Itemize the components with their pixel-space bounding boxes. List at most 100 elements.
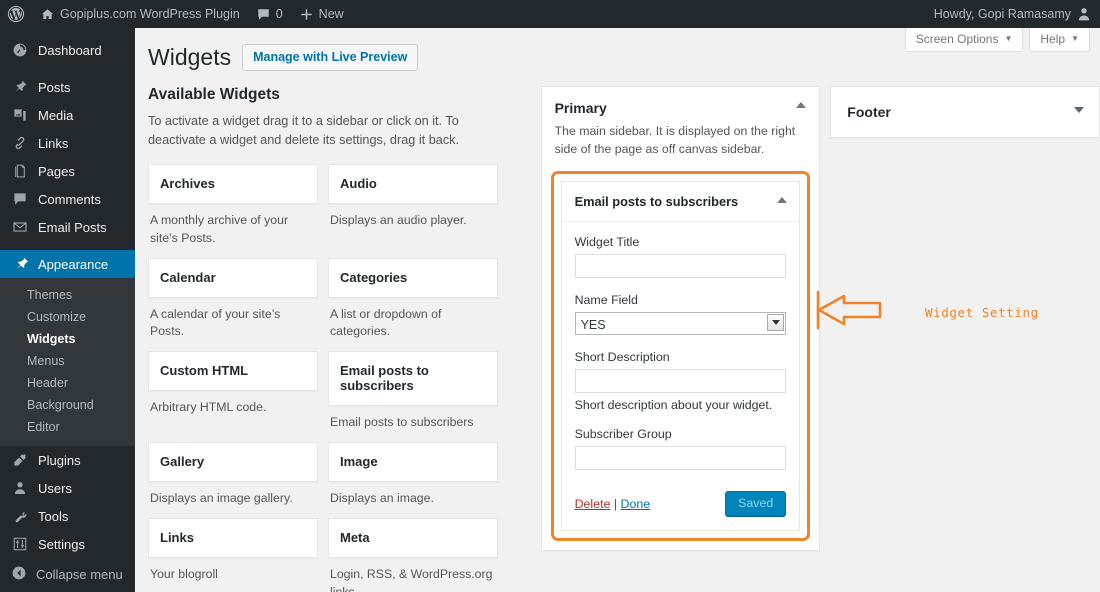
available-widgets-heading: Available Widgets — [148, 85, 280, 103]
widget-card[interactable]: Calendar — [148, 257, 318, 298]
widget-description: A calendar of your site’s Posts. — [150, 306, 281, 339]
email-posts-widget-form: Widget Title Name Field YES Short Descri… — [562, 222, 800, 482]
left-arrow-annotation-icon — [816, 288, 916, 337]
chevron-down-icon — [771, 320, 780, 326]
field-spacer — [575, 335, 787, 350]
site-name-menu[interactable]: Gopiplus.com WordPress Plugin — [32, 0, 248, 28]
widget-description: Displays an audio player. — [330, 212, 467, 227]
email-posts-widget-footer: Delete | Done Saved — [562, 482, 800, 530]
short-description-help: Short description about your widget. — [574, 398, 773, 413]
submenu-item-widgets[interactable]: Widgets — [0, 328, 135, 350]
widget-card[interactable]: Email posts to subscribers — [328, 351, 498, 407]
widget-card[interactable]: Meta — [328, 517, 498, 558]
wordpress-widgets-screen: Gopiplus.com WordPress Plugin 0 New Howd… — [0, 0, 1100, 592]
footer-sidebar-panel[interactable]: Footer — [830, 85, 1100, 138]
primary-sidebar-header[interactable]: Primary — [542, 87, 820, 116]
sidebar-item-plugins[interactable]: Plugins — [0, 446, 135, 474]
comments-bubble-button[interactable]: 0 — [248, 0, 291, 28]
sidebar-item-tools[interactable]: Tools — [0, 502, 135, 530]
sidebar-item-appearance[interactable]: Appearance — [0, 250, 143, 278]
email-posts-widget: Email posts to subscribers Widget Title — [560, 181, 801, 532]
widget-card[interactable]: Links — [148, 517, 318, 558]
widget-action-links: Delete | Done — [575, 497, 651, 511]
wordpress-logo-button[interactable] — [0, 0, 32, 28]
chevron-up-icon[interactable] — [777, 195, 788, 209]
sidebar-item-pages[interactable]: Pages — [0, 157, 135, 185]
subscriber-group-input[interactable] — [574, 446, 787, 471]
sidebar-item-posts[interactable]: Posts — [0, 73, 135, 101]
submenu-item-themes[interactable]: Themes — [0, 284, 135, 306]
footer-sidebar-column: Footer — [830, 85, 1100, 592]
primary-sidebar-description: The main sidebar. It is displayed on the… — [554, 123, 796, 157]
chevron-down-icon[interactable] — [1074, 105, 1084, 119]
sidebar-item-label: Settings — [38, 536, 85, 552]
primary-sidebar-column: Primary The main sidebar. It is displaye… — [540, 85, 821, 592]
chevron-up-icon[interactable] — [796, 100, 807, 114]
widget-title-input[interactable] — [574, 254, 787, 279]
widget-description: Displays an image gallery. — [150, 491, 293, 506]
submenu-item-header[interactable]: Header — [0, 372, 135, 394]
menu-top-spacer — [0, 28, 135, 36]
submenu-item-background[interactable]: Background — [0, 394, 135, 416]
envelope-icon — [11, 218, 29, 236]
short-description-input[interactable] — [574, 369, 787, 394]
available-widget: Email posts to subscribers Email posts t… — [328, 351, 508, 432]
email-posts-widget-header[interactable]: Email posts to subscribers — [561, 182, 800, 223]
available-widget: Categories A list or dropdown of categor… — [328, 257, 508, 342]
sidebar-item-settings[interactable]: Settings — [0, 530, 135, 558]
widget-description: Your blogroll — [150, 566, 218, 581]
sidebar-item-comments[interactable]: Comments — [0, 185, 135, 213]
menu-separator — [0, 241, 135, 250]
page-title: Widgets — [148, 44, 232, 70]
collapse-menu-button[interactable]: Collapse menu — [0, 560, 135, 588]
sidebar-item-media[interactable]: Media — [0, 101, 135, 129]
widget-card[interactable]: Audio — [328, 163, 498, 204]
submenu-item-editor[interactable]: Editor — [0, 416, 135, 438]
save-button[interactable]: Saved — [725, 491, 787, 517]
admin-sidebar-menu: Dashboard Posts Media Links Pages Commen… — [0, 28, 143, 592]
done-link[interactable]: Done — [621, 497, 651, 511]
available-widget: Audio Displays an audio player. — [328, 163, 508, 248]
available-widgets-grid: Archives A monthly archive of your site’… — [148, 163, 508, 592]
name-field-selected-value: YES — [574, 312, 787, 336]
available-widget: Custom HTML Arbitrary HTML code. — [148, 351, 328, 432]
plus-icon — [299, 7, 314, 22]
sidebar-item-label: Users — [38, 480, 72, 496]
my-account-menu[interactable]: Howdy, Gopi Ramasamy — [926, 0, 1100, 28]
sidebar-item-links[interactable]: Links — [0, 129, 135, 157]
annotation-label: Widget Setting — [925, 305, 1039, 320]
available-widget: Gallery Displays an image gallery. — [148, 442, 328, 508]
name-field-select[interactable]: YES — [574, 312, 787, 336]
field-spacer — [575, 412, 787, 427]
widget-card[interactable]: Image — [328, 442, 498, 483]
manage-with-live-preview-button[interactable]: Manage with Live Preview — [242, 44, 419, 72]
new-content-button[interactable]: New — [291, 0, 352, 28]
collapse-menu-label: Collapse menu — [36, 566, 123, 582]
select-dropdown-button[interactable] — [767, 314, 785, 332]
submenu-item-menus[interactable]: Menus — [0, 350, 135, 372]
sidebar-item-users[interactable]: Users — [0, 474, 135, 502]
chevron-down-icon: ▼ — [1071, 34, 1079, 43]
available-widgets-description: To activate a widget drag it to a sideba… — [148, 113, 460, 148]
short-description-label: Short Description — [574, 350, 670, 365]
delete-widget-link[interactable]: Delete — [575, 497, 611, 511]
user-avatar-icon — [1076, 6, 1092, 22]
submenu-item-customize[interactable]: Customize — [0, 306, 135, 328]
footer-sidebar-title: Footer — [847, 103, 891, 120]
screen-meta-links: Screen Options ▼ Help ▼ — [904, 28, 1090, 52]
appearance-brush-icon — [11, 255, 29, 273]
widget-card[interactable]: Custom HTML — [148, 351, 318, 392]
primary-sidebar-title: Primary — [554, 99, 607, 116]
widget-title-label: Widget Title — [574, 235, 640, 250]
sidebar-item-label: Pages — [38, 163, 75, 179]
name-field-label: Name Field — [574, 293, 638, 308]
available-widget: Links Your blogroll — [148, 517, 328, 592]
link-icon — [11, 134, 29, 152]
sidebar-item-dashboard[interactable]: Dashboard — [0, 36, 135, 64]
screen-options-button[interactable]: Screen Options ▼ — [904, 28, 1024, 52]
widget-card[interactable]: Categories — [328, 257, 498, 298]
widget-card[interactable]: Gallery — [148, 442, 318, 483]
widget-card[interactable]: Archives — [148, 163, 318, 204]
sidebar-item-email-posts[interactable]: Email Posts — [0, 213, 135, 241]
help-button[interactable]: Help ▼ — [1029, 28, 1090, 52]
